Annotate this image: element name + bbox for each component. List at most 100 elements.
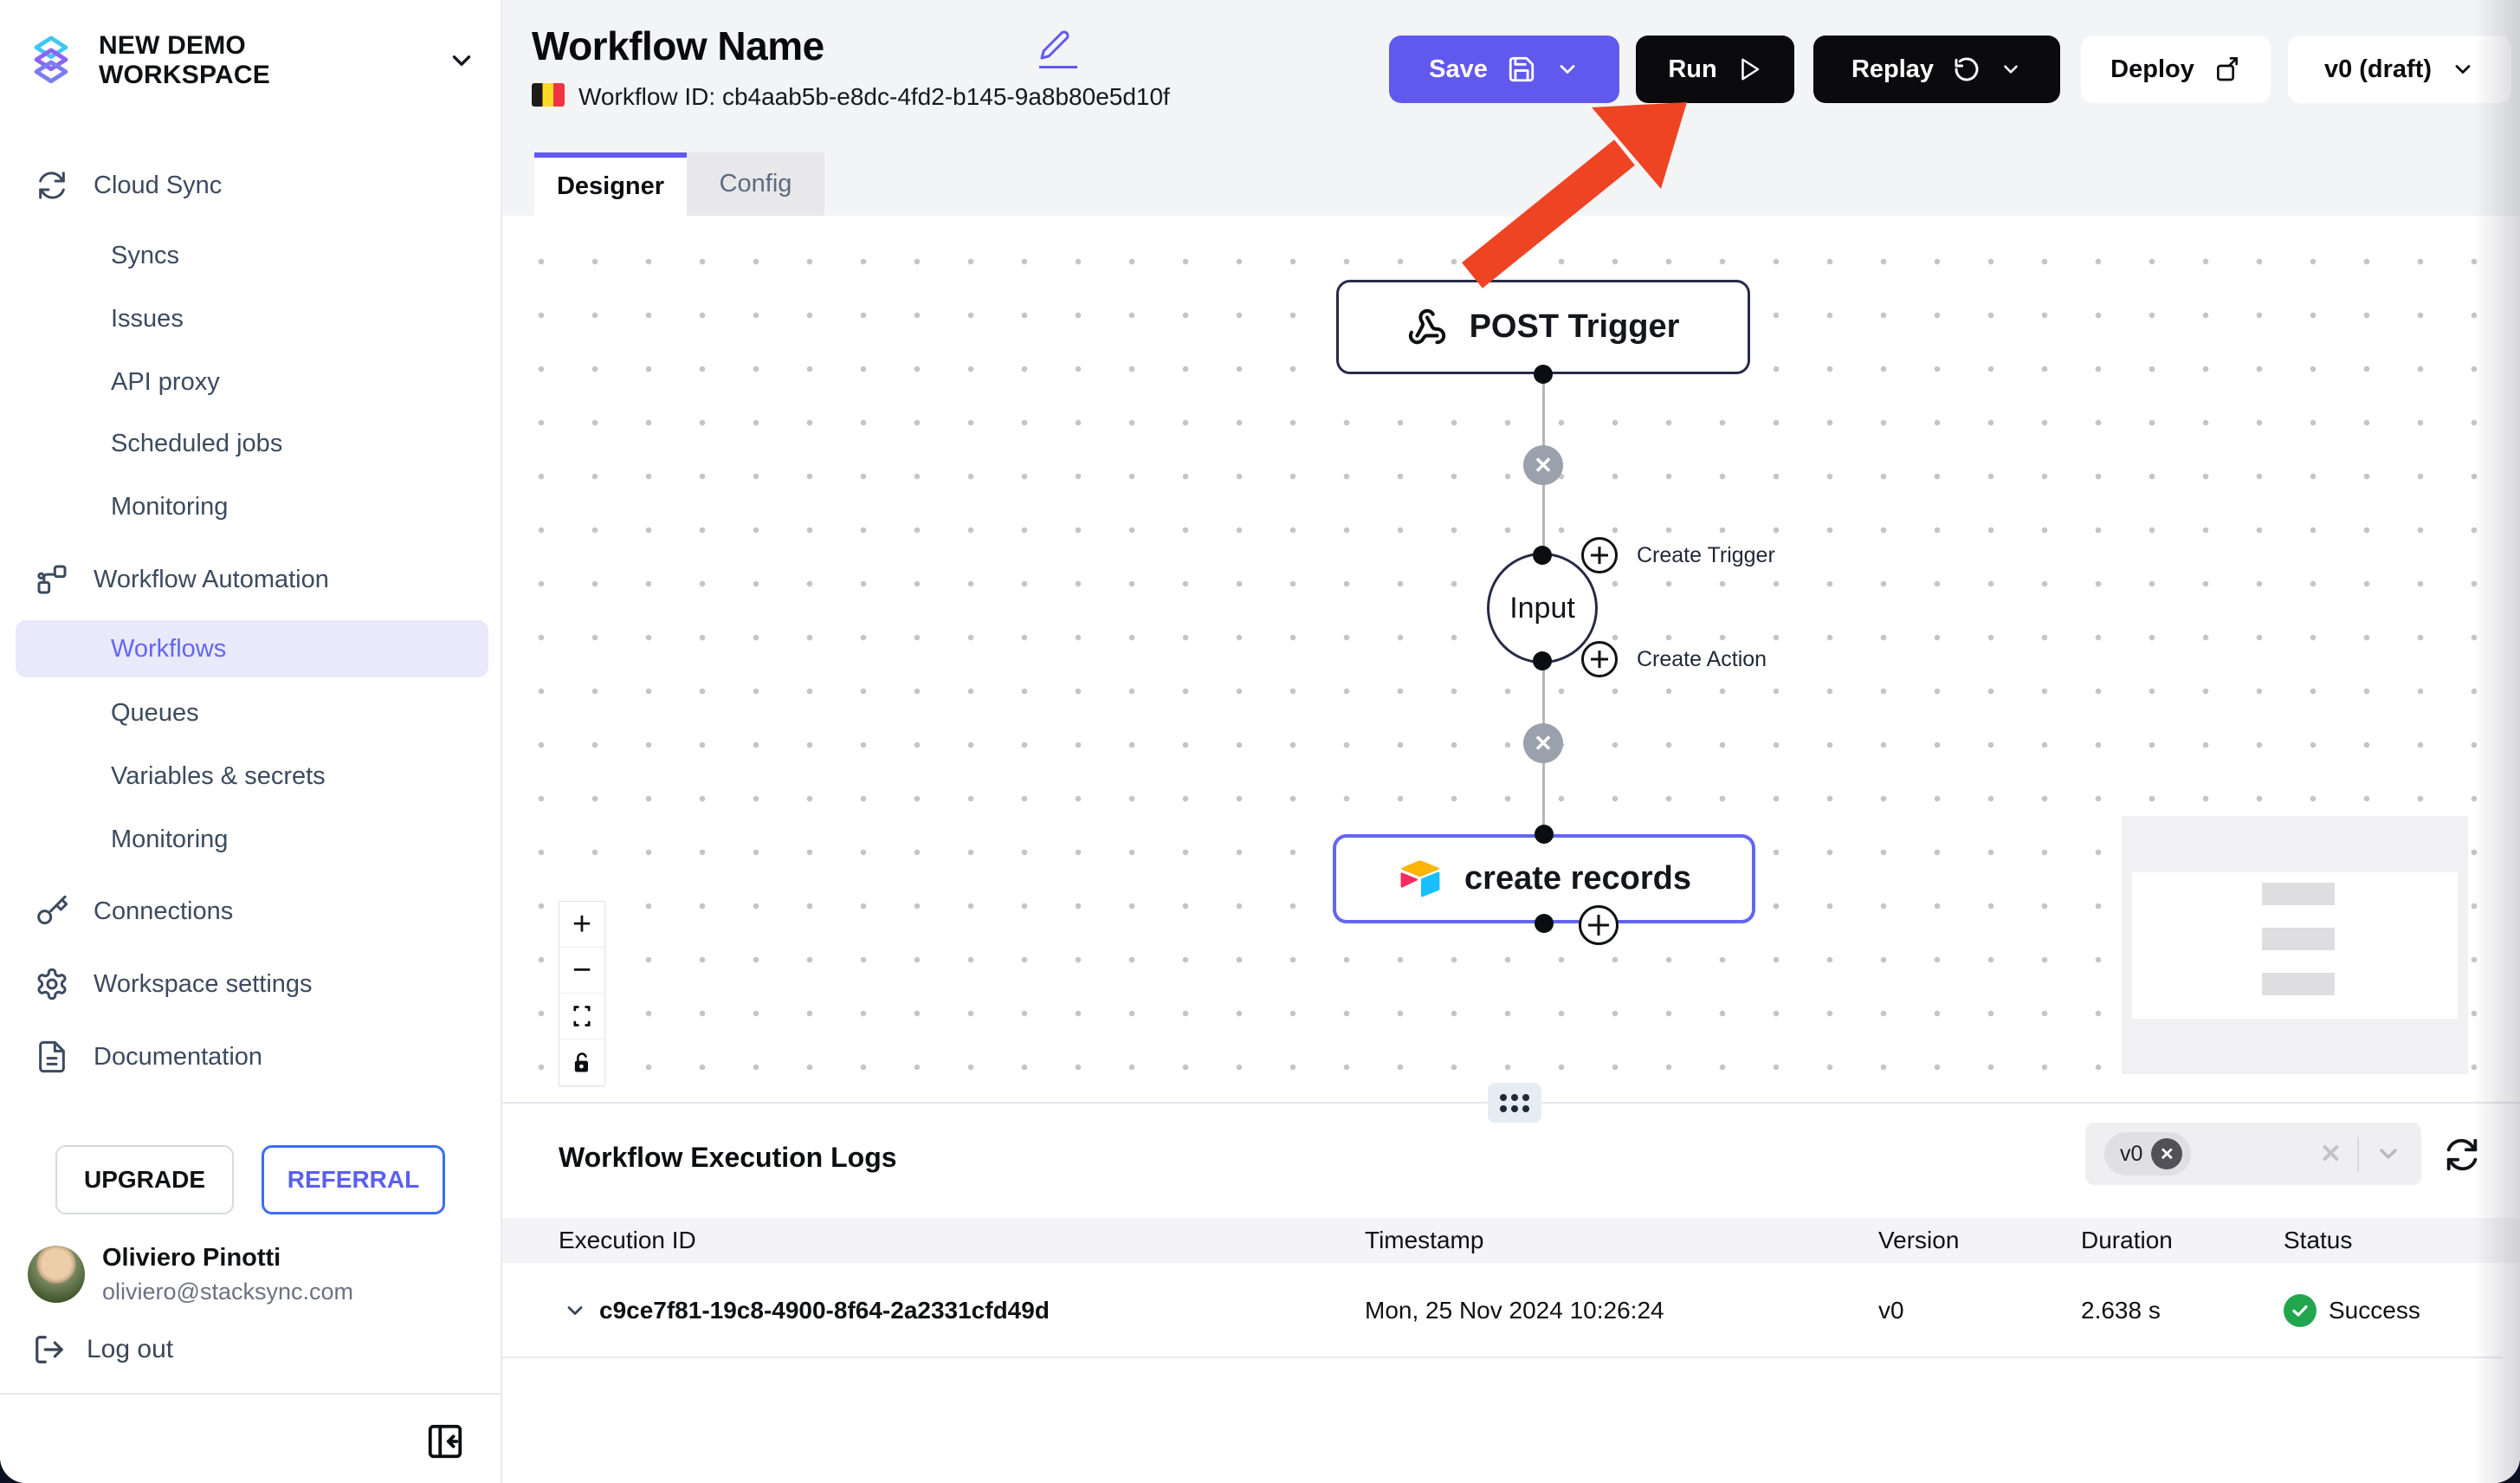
pencil-icon [1039,29,1070,61]
cell-duration: 2.638 s [2081,1263,2161,1358]
execution-logs-panel: Workflow Execution Logs v0 ✕ ✕ Execution… [502,1102,2520,1483]
sidebar-item-queues[interactable]: Queues [111,687,199,739]
lock-button[interactable] [559,1039,604,1085]
sidebar-item-syncs[interactable]: Syncs [111,230,179,282]
page-title: Workflow Name [532,23,824,69]
cell-execution-id: c9ce7f81-19c8-4900-8f64-2a2331cfd49d [599,1263,1050,1358]
sidebar-item-cloud-sync[interactable]: Cloud Sync [35,159,222,212]
gear-icon [35,967,69,1001]
node-input[interactable]: Input [1487,553,1598,664]
chevron-down-icon[interactable] [1555,57,1580,81]
collapse-sidebar-button[interactable] [423,1419,468,1464]
version-select[interactable]: v0 (draft) [2288,36,2511,103]
zoom-out-button[interactable]: − [559,948,604,994]
chevron-down-icon[interactable] [2000,58,2022,81]
zoom-in-button[interactable]: + [559,902,604,948]
node-post-trigger[interactable]: POST Trigger [1336,280,1750,374]
deploy-button[interactable]: Deploy [2081,36,2271,103]
tab-designer[interactable]: Designer [534,152,687,216]
sidebar-item-label: Documentation [94,1043,262,1072]
fit-view-button[interactable] [559,994,604,1039]
filter-chip-v0: v0 ✕ [2104,1132,2191,1175]
workspace-logo-icon [26,36,76,86]
fit-view-icon [570,1004,594,1028]
col-timestamp: Timestamp [1365,1218,1483,1263]
canvas-minimap[interactable] [2122,816,2468,1074]
sidebar-item-workspace-settings[interactable]: Workspace settings [35,957,313,1011]
sidebar-item-documentation[interactable]: Documentation [35,1030,262,1084]
sidebar-footer-divider [0,1393,501,1395]
create-trigger-button[interactable] [1581,537,1618,573]
minimap-node [2262,928,2335,950]
panel-collapse-icon [425,1421,465,1461]
clear-filter-icon[interactable]: ✕ [2320,1139,2342,1169]
sidebar-item-variables-secrets[interactable]: Variables & secrets [111,750,326,802]
sidebar-item-workflows-active[interactable]: Workflows [16,620,488,677]
sidebar-item-monitoring-workflow[interactable]: Monitoring [111,813,228,865]
workspace-switcher[interactable]: NEW DEMO WORKSPACE [26,29,476,92]
log-row[interactable]: c9ce7f81-19c8-4900-8f64-2a2331cfd49d Mon… [502,1263,2503,1358]
chevron-down-icon[interactable] [2375,1140,2402,1168]
sidebar-item-label: Cloud Sync [94,172,222,200]
deploy-icon [2213,55,2241,83]
referral-button[interactable]: REFERRAL [262,1145,445,1214]
replay-button[interactable]: Replay [1813,36,2060,103]
canvas-zoom-controls: + − [559,901,605,1086]
avatar[interactable] [28,1246,85,1303]
node-label: create records [1464,860,1691,897]
remove-chip-button[interactable]: ✕ [2151,1138,2182,1169]
connector-handle[interactable] [1533,546,1552,565]
add-next-step-button[interactable] [1579,905,1619,945]
sidebar-item-monitoring-sync[interactable]: Monitoring [111,481,228,533]
connector-handle[interactable] [1535,825,1554,844]
belgium-flag-icon [532,83,565,107]
refresh-icon [2442,1135,2482,1175]
lock-icon [570,1051,594,1075]
tab-config[interactable]: Config [687,152,824,216]
connector-handle[interactable] [1534,365,1553,384]
create-action-button[interactable] [1581,641,1618,677]
minimap-node [2262,883,2335,905]
node-create-records[interactable]: create records [1333,834,1755,923]
play-icon [1736,56,1762,82]
replay-icon [1953,55,1980,83]
sidebar-item-label: Workflow Automation [94,566,329,594]
run-button[interactable]: Run [1636,36,1794,103]
create-action-label[interactable]: Create Action [1637,647,1767,672]
connector-handle[interactable] [1535,914,1554,933]
sidebar-item-label: Connections [94,897,233,926]
drag-dots-icon [1500,1094,1529,1112]
expand-row-icon[interactable] [563,1298,587,1323]
user-name: Oliviero Pinotti [102,1244,281,1273]
col-execution-id: Execution ID [559,1218,696,1263]
sidebar-item-issues[interactable]: Issues [111,293,184,345]
key-icon [35,894,69,929]
chevron-down-icon [2451,57,2475,81]
refresh-logs-button[interactable] [2442,1135,2482,1175]
panel-resize-handle[interactable] [1488,1083,1541,1123]
col-version: Version [1878,1218,1959,1263]
workflow-canvas[interactable]: POST Trigger ✕ Input Create Trigger Crea… [502,216,2520,1102]
connector-handle[interactable] [1533,651,1552,670]
status-label: Success [2329,1297,2420,1324]
airtable-icon [1397,857,1442,902]
logout-button[interactable]: Log out [33,1325,173,1374]
workflow-id: Workflow ID: cb4aab5b-e8dc-4fd2-b145-9a8… [578,83,1170,111]
delete-edge-button[interactable]: ✕ [1523,723,1563,763]
cell-status: Success [2284,1263,2420,1358]
sidebar-item-scheduled-jobs[interactable]: Scheduled jobs [111,418,282,470]
success-check-icon [2284,1294,2316,1327]
sidebar-item-api-proxy[interactable]: API proxy [111,356,220,408]
create-trigger-label[interactable]: Create Trigger [1637,543,1775,568]
logout-icon [33,1333,66,1366]
cell-timestamp: Mon, 25 Nov 2024 10:26:24 [1365,1263,1664,1358]
upgrade-button[interactable]: UPGRADE [55,1145,234,1214]
version-filter-select[interactable]: v0 ✕ ✕ [2085,1123,2421,1185]
edit-workflow-name-button[interactable] [1039,29,1077,68]
sidebar: NEW DEMO WORKSPACE Cloud Sync Syncs Issu… [0,0,502,1483]
sidebar-item-workflow-automation[interactable]: Workflow Automation [35,553,329,606]
save-button[interactable]: Save [1389,36,1619,103]
sync-icon [35,168,69,203]
delete-edge-button[interactable]: ✕ [1523,445,1563,485]
sidebar-item-connections[interactable]: Connections [35,884,233,938]
